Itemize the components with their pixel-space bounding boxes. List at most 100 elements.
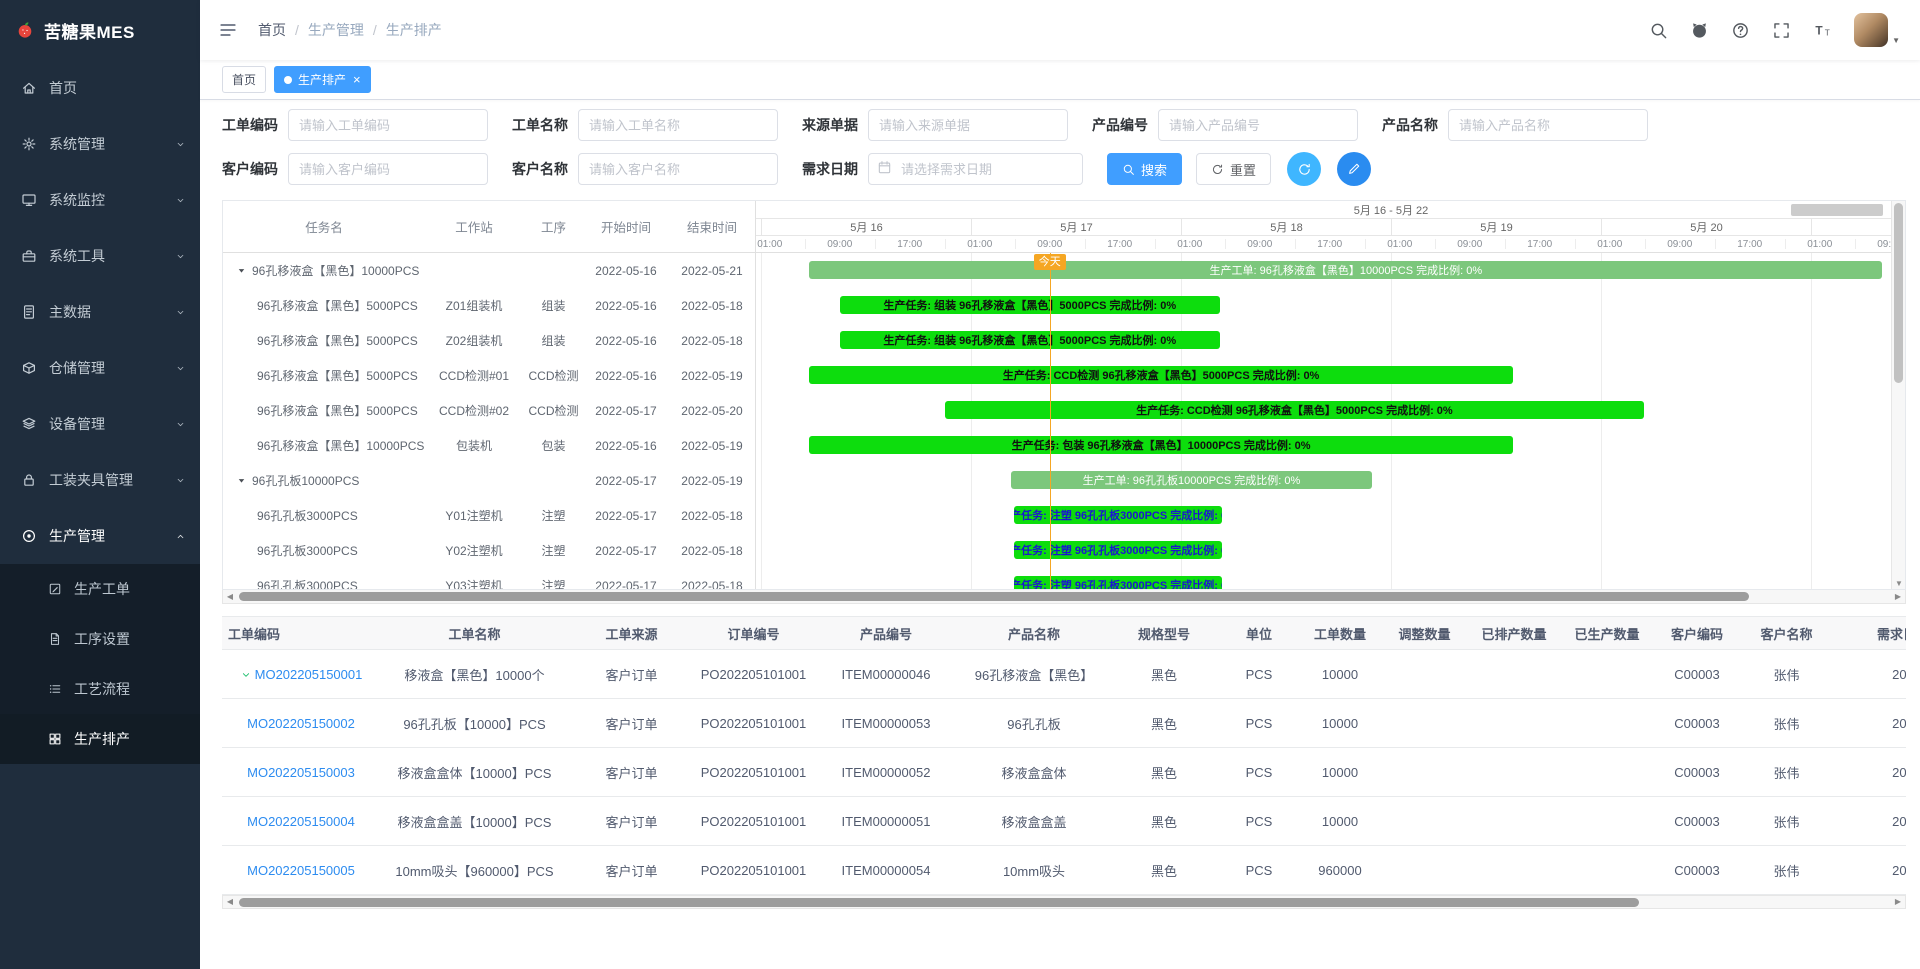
breadcrumb-item-0[interactable]: 首页 [258, 20, 286, 40]
tab-close-icon[interactable]: × [353, 73, 361, 86]
sidebar-item-4[interactable]: 主数据 [0, 284, 200, 340]
gantt-bar-task[interactable]: 生产任务: 包装 96孔移液盒【黑色】10000PCS 完成比例: 0% [809, 436, 1513, 454]
order-code-cell: MO202205150003 [222, 765, 380, 780]
horizontal-scrollbar-thumb[interactable] [239, 898, 1639, 907]
order-row[interactable]: MO20220515000296孔孔板【10000】PCS客户订单PO20220… [222, 699, 1906, 748]
edit-circle-button[interactable] [1337, 152, 1371, 186]
gantt-bar-task[interactable]: 生产任务: CCD检测 96孔移液盒【黑色】5000PCS 完成比例: 0% [809, 366, 1513, 384]
caret-down-icon[interactable] [236, 475, 247, 486]
gantt-task-row[interactable]: 96孔移液盒【黑色】5000PCSCCD检测#01CCD检测2022-05-16… [223, 358, 755, 393]
filter-input-1-1[interactable] [578, 109, 778, 141]
horizontal-scrollbar-thumb[interactable] [239, 592, 1749, 601]
chevron-down-icon [174, 475, 186, 486]
filter-input-2-0[interactable] [288, 153, 488, 185]
sidebar-menu: 首页系统管理系统监控系统工具主数据仓储管理设备管理工装夹具管理生产管理生产工单工… [0, 60, 200, 969]
gantt-bar-order[interactable]: 生产工单: 96孔孔板10000PCS 完成比例: 0% [1011, 471, 1372, 489]
gantt-bar-task[interactable]: 生产任务: 组装 96孔移液盒【黑色】5000PCS 完成比例: 0% [840, 331, 1220, 349]
fullscreen-icon[interactable] [1772, 21, 1791, 40]
sidebar-item-8[interactable]: 生产管理 [0, 508, 200, 564]
sidebar-toggle-hamburger-icon[interactable] [218, 19, 240, 41]
scroll-left-arrow[interactable]: ◀ [223, 591, 237, 603]
search-icon[interactable] [1649, 21, 1668, 40]
user-menu[interactable]: ▼ [1854, 13, 1900, 47]
gantt-bar-task[interactable]: 生产任务: 组装 96孔移液盒【黑色】5000PCS 完成比例: 0% [840, 296, 1220, 314]
gantt-cell-station: CCD检测#01 [425, 367, 523, 384]
tab-1[interactable]: 生产排产× [274, 66, 371, 93]
scroll-right-arrow[interactable]: ▶ [1891, 896, 1905, 908]
breadcrumb-item-1[interactable]: 生产管理 [308, 20, 364, 40]
gantt-range-scroll-handle[interactable] [1791, 204, 1883, 216]
app-logo[interactable]: 苦糖果MES [0, 0, 200, 60]
gantt-task-row[interactable]: 96孔孔板3000PCSY03注塑机注塑2022-05-172022-05-18 [223, 568, 755, 589]
sidebar-item-2[interactable]: 系统监控 [0, 172, 200, 228]
filter-input-1-0[interactable] [288, 109, 488, 141]
gantt-column-header: 工序 [523, 217, 584, 236]
sidebar-subitem-label: 工艺流程 [74, 679, 130, 699]
sidebar-subitem-2[interactable]: 工艺流程 [0, 664, 200, 714]
gantt-task-name: 96孔移液盒【黑色】10000PCS [223, 437, 425, 454]
order-row[interactable]: MO202205150003移液盒盒体【10000】PCS客户订单PO20220… [222, 748, 1906, 797]
gantt-task-row[interactable]: 96孔移液盒【黑色】10000PCS包装机包装2022-05-162022-05… [223, 428, 755, 463]
sidebar-item-0[interactable]: 首页 [0, 60, 200, 116]
sidebar-item-label: 仓储管理 [49, 358, 163, 378]
sidebar-item-7[interactable]: 工装夹具管理 [0, 452, 200, 508]
sidebar-subitem-0[interactable]: 生产工单 [0, 564, 200, 614]
gantt-task-row[interactable]: 96孔移液盒【黑色】5000PCSCCD检测#02CCD检测2022-05-17… [223, 393, 755, 428]
filter-input-1-3[interactable] [1158, 109, 1358, 141]
order-cell: 黑色 [1109, 763, 1219, 782]
order-row[interactable]: MO202205150001移液盒【黑色】10000个客户订单PO2022051… [222, 650, 1906, 699]
chevron-down-icon[interactable] [240, 669, 252, 681]
gantt-cell-end: 2022-05-18 [668, 334, 755, 348]
help-icon[interactable] [1731, 21, 1750, 40]
scroll-down-arrow[interactable]: ▼ [1892, 579, 1906, 588]
sidebar-item-3[interactable]: 系统工具 [0, 228, 200, 284]
search-button[interactable]: 搜索 [1107, 153, 1182, 185]
order-row[interactable]: MO20220515000510mm吸头【960000】PCS客户订单PO202… [222, 846, 1906, 895]
refresh-circle-button[interactable] [1287, 152, 1321, 186]
gantt-task-row[interactable]: 96孔移液盒【黑色】5000PCSZ01组装机组装2022-05-162022-… [223, 288, 755, 323]
tab-0[interactable]: 首页 [222, 66, 266, 93]
sidebar-subitem-1[interactable]: 工序设置 [0, 614, 200, 664]
gantt-task-row[interactable]: 96孔孔板3000PCSY02注塑机注塑2022-05-172022-05-18 [223, 533, 755, 568]
order-code-link[interactable]: MO202205150003 [247, 765, 355, 780]
gantt-task-row[interactable]: 96孔孔板3000PCSY01注塑机注塑2022-05-172022-05-18 [223, 498, 755, 533]
fontsize-icon[interactable]: TT [1813, 21, 1832, 40]
gantt-task-row[interactable]: 96孔孔板10000PCS2022-05-172022-05-19 [223, 463, 755, 498]
order-row[interactable]: MO202205150004移液盒盒盖【10000】PCS客户订单PO20220… [222, 797, 1906, 846]
order-code-link[interactable]: MO202205150001 [255, 667, 363, 682]
caret-down-icon[interactable] [236, 265, 247, 276]
gantt-task-row[interactable]: 96孔移液盒【黑色】10000PCS2022-05-162022-05-21 [223, 253, 755, 288]
gantt-cell-start: 2022-05-16 [584, 299, 668, 313]
gantt-bar-order[interactable]: 生产工单: 96孔移液盒【黑色】10000PCS 完成比例: 0% [809, 261, 1882, 279]
gantt-task-row[interactable]: 96孔移液盒【黑色】5000PCSZ02组装机组装2022-05-162022-… [223, 323, 755, 358]
filter-input-1-2[interactable] [868, 109, 1068, 141]
sidebar-item-1[interactable]: 系统管理 [0, 116, 200, 172]
scroll-right-arrow[interactable]: ▶ [1891, 591, 1905, 603]
order-code-link[interactable]: MO202205150004 [247, 814, 355, 829]
sidebar-subitem-3[interactable]: 生产排产 [0, 714, 200, 764]
vertical-scrollbar-thumb[interactable] [1894, 203, 1903, 383]
gantt-bar-task[interactable]: 生产任务: 注塑 96孔孔板3000PCS 完成比例: 0% [1014, 506, 1222, 524]
order-code-link[interactable]: MO202205150002 [247, 716, 355, 731]
breadcrumb-item-2[interactable]: 生产排产 [386, 20, 442, 40]
orders-column-header: 产品名称 [959, 624, 1109, 643]
filter-input-1-4[interactable] [1448, 109, 1648, 141]
github-icon[interactable] [1690, 21, 1709, 40]
layers-icon [20, 415, 38, 433]
gantt-day-label: 5月 20 [1601, 219, 1811, 235]
gantt-hour-label: 01:00 [967, 236, 992, 252]
sidebar-item-5[interactable]: 仓储管理 [0, 340, 200, 396]
gantt-bar-task[interactable]: 生产任务: 注塑 96孔孔板3000PCS 完成比例: 0% [1014, 576, 1222, 589]
scroll-left-arrow[interactable]: ◀ [223, 896, 237, 908]
gantt-bar-task[interactable]: 生产任务: 注塑 96孔孔板3000PCS 完成比例: 0% [1014, 541, 1222, 559]
reset-button[interactable]: 重置 [1196, 153, 1271, 185]
order-code-link[interactable]: MO202205150005 [247, 863, 355, 878]
svg-text:T: T [1815, 23, 1823, 37]
filter-input-2-2[interactable] [868, 153, 1083, 185]
today-badge: 今天 [1034, 254, 1066, 270]
gear-icon [20, 135, 38, 153]
filter-input-2-1[interactable] [578, 153, 778, 185]
search-button-label: 搜索 [1141, 160, 1167, 179]
hour-separator [1155, 239, 1156, 249]
sidebar-item-6[interactable]: 设备管理 [0, 396, 200, 452]
